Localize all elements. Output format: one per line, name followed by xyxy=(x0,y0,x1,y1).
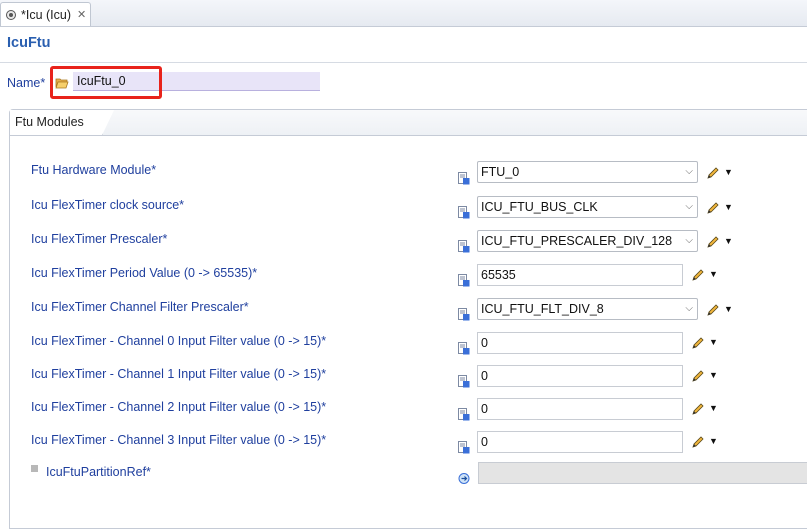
pencil-icon xyxy=(692,337,704,349)
pencil-icon xyxy=(692,370,704,382)
ftu-hardware-module-label: Ftu Hardware Module* xyxy=(31,163,157,177)
title-divider xyxy=(0,62,807,63)
parameter-value-icon xyxy=(458,172,470,185)
dropdown-triangle-icon: ▼ xyxy=(709,403,718,413)
tab-title: *Icu (Icu) xyxy=(21,7,72,22)
parameter-value-icon xyxy=(458,308,470,321)
clock-source-select[interactable]: ICU_FTU_BUS_CLK ⌵ xyxy=(477,196,698,218)
channel-0-filter-input[interactable]: 0 xyxy=(477,332,683,354)
pencil-icon xyxy=(692,403,704,415)
edit-menu-button[interactable]: ▼ xyxy=(691,369,721,383)
chevron-down-icon: ⌵ xyxy=(685,201,693,212)
partition-ref-field[interactable] xyxy=(478,462,807,484)
pencil-icon xyxy=(707,304,719,316)
name-input[interactable] xyxy=(73,72,320,91)
prescaler-label: Icu FlexTimer Prescaler* xyxy=(31,232,168,246)
period-value-input[interactable]: 65535 xyxy=(477,264,683,286)
prescaler-select[interactable]: ICU_FTU_PRESCALER_DIV_128 ⌵ xyxy=(477,230,698,252)
parameter-value-icon xyxy=(458,342,470,355)
edit-menu-button[interactable]: ▼ xyxy=(706,235,736,249)
filter-prescaler-label: Icu FlexTimer Channel Filter Prescaler* xyxy=(31,300,249,314)
edit-menu-button[interactable]: ▼ xyxy=(691,336,721,350)
edit-menu-button[interactable]: ▼ xyxy=(706,201,736,215)
dropdown-triangle-icon: ▼ xyxy=(724,304,733,314)
chevron-down-icon: ⌵ xyxy=(685,235,693,246)
ftu-hardware-module-select[interactable]: FTU_0 ⌵ xyxy=(477,161,698,183)
dropdown-triangle-icon: ▼ xyxy=(724,236,733,246)
dropdown-triangle-icon: ▼ xyxy=(709,436,718,446)
channel-1-filter-input[interactable]: 0 xyxy=(477,365,683,387)
filter-prescaler-value: ICU_FTU_FLT_DIV_8 xyxy=(481,302,604,316)
editor-tab-icu[interactable]: *Icu (Icu) ✕ xyxy=(0,2,91,26)
chevron-down-icon: ⌵ xyxy=(685,166,693,177)
dropdown-triangle-icon: ▼ xyxy=(709,370,718,380)
dropdown-triangle-icon: ▼ xyxy=(724,202,733,212)
clock-source-label: Icu FlexTimer clock source* xyxy=(31,198,185,212)
parameter-value-icon xyxy=(458,240,470,253)
filter-prescaler-select[interactable]: ICU_FTU_FLT_DIV_8 ⌵ xyxy=(477,298,698,320)
close-icon[interactable]: ✕ xyxy=(77,8,86,21)
edit-menu-button[interactable]: ▼ xyxy=(691,268,721,282)
parameter-value-icon xyxy=(458,274,470,287)
pencil-icon xyxy=(707,167,719,179)
dropdown-triangle-icon: ▼ xyxy=(724,167,733,177)
edit-menu-button[interactable]: ▼ xyxy=(706,166,736,180)
name-label: Name* xyxy=(7,76,46,90)
partition-ref-label: IcuFtuPartitionRef* xyxy=(46,465,151,479)
channel-3-filter-input[interactable]: 0 xyxy=(477,431,683,453)
pencil-icon xyxy=(692,436,704,448)
prescaler-value: ICU_FTU_PRESCALER_DIV_128 xyxy=(481,234,673,248)
period-value-label: Icu FlexTimer Period Value (0 -> 65535)* xyxy=(31,266,258,280)
edit-menu-button[interactable]: ▼ xyxy=(691,435,721,449)
chevron-down-icon: ⌵ xyxy=(685,303,693,314)
ftu-hardware-module-value: FTU_0 xyxy=(481,165,520,179)
pencil-icon xyxy=(707,236,719,248)
parameter-value-icon xyxy=(458,206,470,219)
folder-open-icon xyxy=(55,78,69,89)
channel-1-filter-label: Icu FlexTimer - Channel 1 Input Filter v… xyxy=(31,367,327,381)
pencil-icon xyxy=(692,269,704,281)
parameter-value-icon xyxy=(458,408,470,421)
parameter-value-icon xyxy=(458,441,470,454)
channel-0-filter-label: Icu FlexTimer - Channel 0 Input Filter v… xyxy=(31,334,327,348)
channel-3-filter-label: Icu FlexTimer - Channel 3 Input Filter v… xyxy=(31,433,327,447)
clock-source-value: ICU_FTU_BUS_CLK xyxy=(481,200,598,214)
config-file-icon xyxy=(5,9,17,21)
channel-2-filter-label: Icu FlexTimer - Channel 2 Input Filter v… xyxy=(31,400,327,414)
tab-ftu-modules[interactable]: Ftu Modules xyxy=(10,110,114,135)
channel-2-filter-input[interactable]: 0 xyxy=(477,398,683,420)
dropdown-triangle-icon: ▼ xyxy=(709,337,718,347)
parameter-value-icon xyxy=(458,375,470,388)
dropdown-triangle-icon: ▼ xyxy=(709,269,718,279)
reference-link-icon xyxy=(458,473,470,484)
edit-menu-button[interactable]: ▼ xyxy=(706,303,736,317)
panel-tabstrip: Ftu Modules xyxy=(10,110,807,136)
page-title: IcuFtu xyxy=(7,35,51,51)
optional-bullet-icon xyxy=(31,465,38,472)
edit-menu-button[interactable]: ▼ xyxy=(691,402,721,416)
pencil-icon xyxy=(707,202,719,214)
editor-tabbar: *Icu (Icu) ✕ xyxy=(0,0,807,27)
